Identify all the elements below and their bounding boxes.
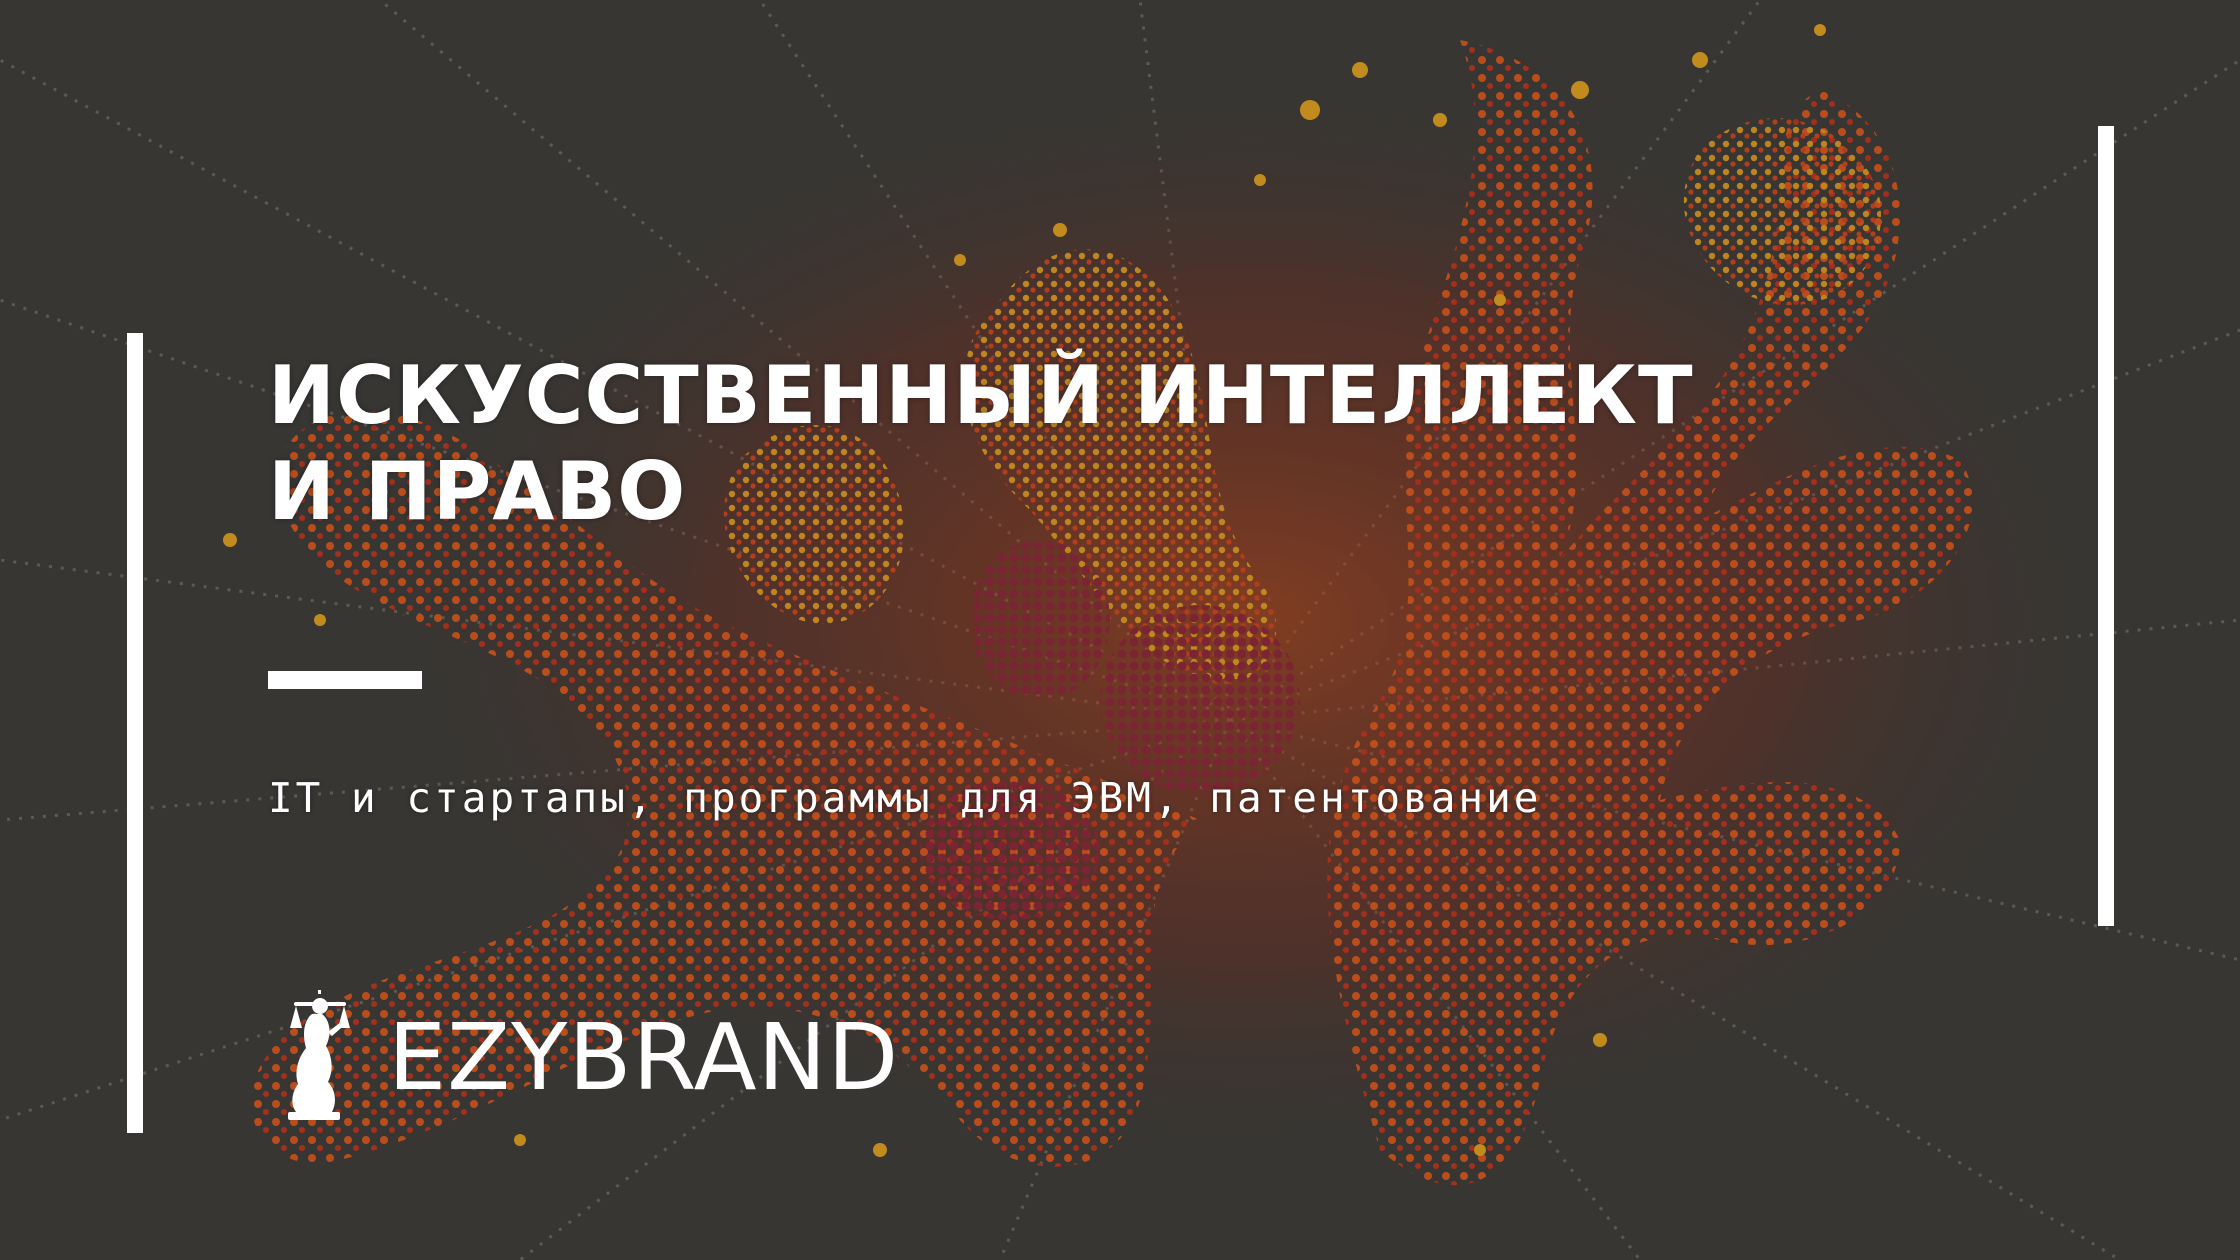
- brand-name: EZYBRAND: [388, 1004, 900, 1111]
- slide-title-line-1: ИСКУССТВЕННЫЙ ИНТЕЛЛЕКТ: [268, 349, 1694, 442]
- presentation-slide: ИСКУССТВЕННЫЙ ИНТЕЛЛЕКТ И ПРАВО IT и ста…: [0, 0, 2240, 1260]
- slide-title: ИСКУССТВЕННЫЙ ИНТЕЛЛЕКТ И ПРАВО: [268, 348, 1768, 540]
- lady-justice-icon: [288, 990, 350, 1120]
- right-vertical-bar: [2098, 126, 2114, 926]
- slide-subtitle: IT и стартапы, программы для ЭВМ, патент…: [268, 774, 1542, 822]
- brand-logo: EZYBRAND: [268, 988, 899, 1128]
- left-vertical-bar: [127, 333, 143, 1133]
- title-underline-divider: [268, 671, 422, 689]
- slide-title-line-2: И ПРАВО: [268, 445, 687, 538]
